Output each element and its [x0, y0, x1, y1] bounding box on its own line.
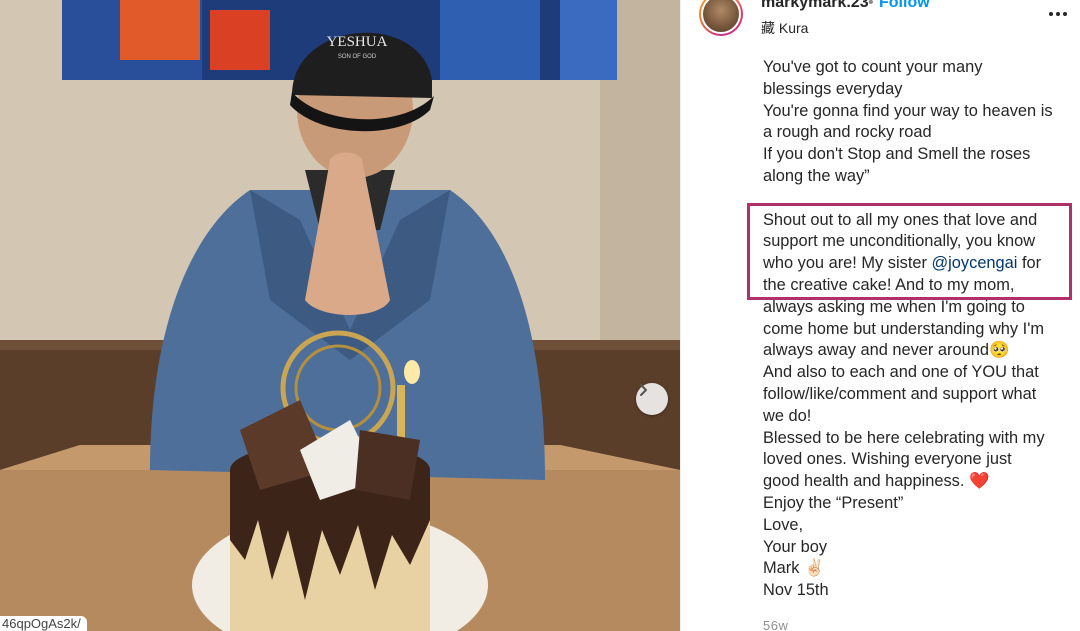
caption-line: blessings everyday — [763, 79, 903, 98]
caption-line: who you are! My sister @joycengai for — [763, 253, 1075, 275]
caption-line: loved ones. Wishing everyone just — [763, 450, 1012, 469]
next-photo-button[interactable] — [636, 383, 668, 415]
post-timestamp[interactable]: 56w — [763, 618, 788, 631]
caption-line: And also to each and one of YOU that — [763, 363, 1039, 382]
caption-line: a rough and rocky road — [763, 123, 932, 142]
post-caption: You've got to count your many blessings … — [763, 57, 1075, 602]
cap-text: YESHUA — [327, 34, 388, 50]
avatar[interactable] — [699, 0, 743, 36]
post-photo: YESHUA SON OF GOD 46qpOgAs2k/ — [0, 0, 680, 631]
caption-line: Blessed to be here celebrating with my — [763, 428, 1045, 447]
caption-text: for — [1017, 254, 1042, 273]
cap-subtext: SON OF GOD — [338, 54, 377, 60]
caption-line: Enjoy the “Present” — [763, 493, 904, 512]
caption-line: support me unconditionally, you know — [763, 232, 1036, 251]
caption-line: the creative cake! And to my mom, — [763, 275, 1015, 294]
caption-line: come home but understanding why I'm — [763, 319, 1045, 338]
url-fragment: 46qpOgAs2k/ — [0, 616, 87, 631]
username-link[interactable]: markymark.23 — [761, 0, 869, 12]
photo-illustration: YESHUA SON OF GOD — [0, 0, 680, 631]
caption-line: we do! — [763, 406, 812, 425]
caption-line: Your boy — [763, 537, 828, 556]
caption-line: always away and never around🥺 — [763, 341, 1010, 360]
caption-line: Nov 15th — [763, 581, 829, 600]
more-horizontal-icon[interactable] — [1046, 4, 1070, 24]
post-panel: markymark.23 • Follow 藏 Kura You've got … — [680, 0, 1080, 631]
location-link[interactable]: 藏 Kura — [761, 18, 808, 38]
follow-button[interactable]: Follow — [879, 0, 930, 12]
caption-text: who you are! My sister — [763, 254, 932, 273]
caption-line: Love, — [763, 515, 804, 534]
caption-line: along the way” — [763, 166, 870, 185]
caption-line: You've got to count your many — [763, 58, 983, 76]
caption-line: Mark ✌🏻 — [763, 559, 825, 578]
chevron-right-icon — [640, 384, 647, 396]
caption-line: follow/like/comment and support what — [763, 384, 1037, 403]
post-header: markymark.23 • Follow 藏 Kura — [681, 0, 1080, 48]
caption-line: good health and happiness. ❤️ — [763, 472, 990, 491]
mention-link[interactable]: @joycengai — [932, 254, 1018, 272]
caption-line: always asking me when I'm going to — [763, 297, 1025, 316]
caption-line: You're gonna find your way to heaven is — [763, 101, 1053, 120]
caption-line: Shout out to all my ones that love and — [763, 210, 1038, 229]
caption-line: If you don't Stop and Smell the roses — [763, 145, 1031, 164]
separator-dot: • — [868, 0, 874, 11]
